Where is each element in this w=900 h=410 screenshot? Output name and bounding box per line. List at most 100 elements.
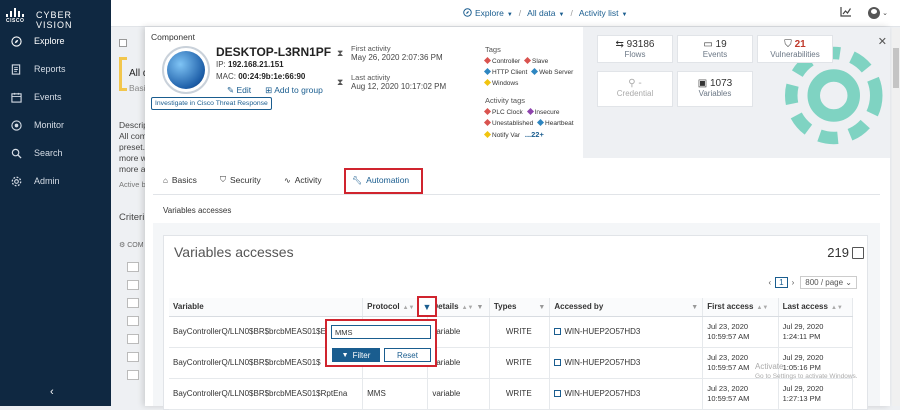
- variables-count: 219: [827, 245, 849, 260]
- page-number[interactable]: 1: [775, 277, 788, 288]
- next-page-icon[interactable]: ›: [792, 278, 795, 287]
- top-bar: Explore ▼ / All data ▼ / Activity list ▼ ⌄: [111, 0, 900, 27]
- reset-button[interactable]: Reset: [384, 348, 431, 362]
- protocol-filter-input[interactable]: [331, 325, 431, 339]
- cell-last-access: Jul 29, 2020 1:27:13 PM: [778, 378, 854, 410]
- per-page-select[interactable]: 800 / page ⌄: [800, 276, 857, 289]
- grid-icon[interactable]: [852, 247, 864, 259]
- nav-explore[interactable]: Explore: [0, 29, 111, 53]
- col-accessed-by[interactable]: Accessed by ▼: [549, 298, 704, 317]
- prev-page-icon[interactable]: ‹: [768, 278, 771, 287]
- filter-icon[interactable]: ▼: [538, 304, 545, 311]
- filter-icon[interactable]: ▼: [691, 304, 698, 311]
- cell-variable: BayControllerQ/LLN0$BR$brcbMEAS01$RptEna: [169, 378, 364, 410]
- crumb-explore[interactable]: Explore ▼: [463, 8, 513, 18]
- bg-active: Active b: [119, 180, 146, 189]
- nav-events[interactable]: Events: [0, 85, 111, 109]
- stat-vulnerabilities[interactable]: ⛉ 21 Vulnerabilities: [757, 35, 833, 63]
- compass-icon: [10, 35, 22, 47]
- edit-link[interactable]: ✎ Edit: [227, 85, 251, 96]
- close-icon[interactable]: ✕: [878, 35, 887, 48]
- chart-icon[interactable]: [840, 6, 852, 19]
- bg-highlight: [119, 57, 127, 91]
- sort-icon[interactable]: ▲▼: [756, 305, 768, 311]
- add-to-group-link[interactable]: ⊞ Add to group: [265, 85, 323, 96]
- windows-activation-watermark: Activate Go to Settings to activate Wind…: [755, 362, 858, 380]
- cell-details: variable: [427, 378, 490, 410]
- crumb-all-data[interactable]: All data ▼: [527, 8, 564, 18]
- stat-flows[interactable]: ⇆ 93186 Flows: [597, 35, 673, 63]
- device-icon: [554, 328, 562, 335]
- cell-first-access: Jul 23, 2020 10:59:57 AM: [702, 316, 779, 348]
- filter-button[interactable]: ▼ Filter: [332, 348, 380, 362]
- device-name: DESKTOP-L3RN1PF: [216, 45, 332, 59]
- tag-diamond-icon: [483, 78, 492, 87]
- key-icon: ⚲: [628, 78, 636, 89]
- nav-reports[interactable]: Reports: [0, 57, 111, 81]
- pencil-icon: ✎: [227, 85, 235, 95]
- variables-title: Variables accesses: [174, 244, 294, 260]
- protocol-filter-icon[interactable]: ▼: [417, 296, 437, 317]
- activity-tag-item: Notify Var: [483, 130, 520, 139]
- nav-search[interactable]: Search: [0, 141, 111, 165]
- stat-credential[interactable]: ⚲ - Credential: [597, 71, 673, 107]
- table-row[interactable]: BayControllerQ/LLN0$BR$brcbMEAS01$ varia…: [169, 347, 854, 379]
- cisco-logo[interactable]: CISCO CYBER VISION: [6, 7, 106, 30]
- stat-variables[interactable]: ▣ 1073 Variables: [677, 71, 753, 107]
- tab-security[interactable]: ⛉ Security: [220, 175, 261, 185]
- stat-events[interactable]: ▭ 19 Events: [677, 35, 753, 63]
- cell-details: variable: [427, 316, 490, 348]
- bg-row-checkbox[interactable]: [127, 298, 139, 308]
- chevron-down-icon: ⌄: [845, 278, 852, 287]
- col-variable[interactable]: Variable: [169, 298, 364, 317]
- shield-icon: ⛉: [220, 175, 226, 184]
- nav-admin[interactable]: Admin: [0, 169, 111, 193]
- filter-icon[interactable]: ▼: [476, 304, 483, 311]
- pagination: ‹ 1 › 800 / page ⌄: [768, 276, 857, 289]
- panel-scrollbar[interactable]: [892, 28, 900, 406]
- bg-row-checkbox[interactable]: [127, 262, 139, 272]
- cell-type: WRITE: [489, 347, 551, 379]
- col-last-access[interactable]: Last access ▲▼: [778, 298, 854, 317]
- sort-icon[interactable]: ▲▼: [403, 305, 415, 311]
- col-details[interactable]: Details ▲▼ ▼: [427, 298, 490, 317]
- scrollbar-thumb[interactable]: [893, 48, 899, 88]
- collapse-sidebar-icon[interactable]: ‹: [50, 386, 54, 398]
- bg-row-checkbox[interactable]: [127, 334, 139, 344]
- cell-accessed-by[interactable]: WIN-HUEP2O57HD3: [549, 378, 704, 410]
- investigate-button[interactable]: Investigate in Cisco Threat Response: [151, 97, 272, 110]
- col-types[interactable]: Types ▼: [489, 298, 551, 317]
- bg-row-checkbox[interactable]: [127, 352, 139, 362]
- bg-checkbox[interactable]: [119, 39, 127, 47]
- group-icon: ⊞: [265, 85, 273, 95]
- caret-down-icon: ▼: [506, 12, 513, 18]
- more-tags-link[interactable]: ...22+: [525, 130, 544, 139]
- bg-row-checkbox[interactable]: [127, 316, 139, 326]
- user-icon[interactable]: [868, 6, 881, 19]
- shield-icon: ⛉: [784, 39, 792, 50]
- calendar-icon: ▭: [703, 39, 713, 50]
- sidebar: CISCO CYBER VISION Explore Reports Event…: [0, 0, 111, 406]
- cell-accessed-by[interactable]: WIN-HUEP2O57HD3: [549, 316, 704, 348]
- bg-row-checkbox[interactable]: [127, 370, 139, 380]
- bg-com: ⚙ COM: [119, 242, 144, 249]
- table-row[interactable]: BayControllerQ/LLN0$BR$brcbMEAS01$RptEna…: [169, 378, 854, 410]
- tab-basics[interactable]: ⌂ Basics: [163, 175, 197, 185]
- first-activity: ⧗ First activity May 26, 2020 2:07:36 PM: [337, 44, 443, 62]
- tag-diamond-icon: [483, 107, 492, 116]
- edit-row: ✎ Edit ⊞ Add to group: [227, 85, 323, 96]
- table-row[interactable]: BayControllerQ/LLN0$BR$brcbMEAS01$E vari…: [169, 316, 854, 348]
- tab-activity[interactable]: ∿ Activity: [284, 175, 322, 185]
- nav-monitor[interactable]: Monitor: [0, 113, 111, 137]
- cell-accessed-by[interactable]: WIN-HUEP2O57HD3: [549, 347, 704, 379]
- col-first-access[interactable]: First access ▲▼: [702, 298, 779, 317]
- sort-icon[interactable]: ▲▼: [831, 305, 843, 311]
- chevron-down-icon[interactable]: ⌄: [882, 9, 888, 17]
- tag-item: Controller: [483, 56, 520, 65]
- bg-row-checkbox[interactable]: [127, 280, 139, 290]
- variables-table: Variable Protocol ▲▼ Details ▲▼ ▼ Types ▼ Ac…: [169, 298, 854, 410]
- sort-icon[interactable]: ▲▼: [462, 305, 474, 311]
- caret-down-icon: ▼: [621, 12, 628, 18]
- section-subtitle: Variables accesses: [163, 206, 232, 215]
- crumb-activity-list[interactable]: Activity list ▼: [579, 8, 628, 18]
